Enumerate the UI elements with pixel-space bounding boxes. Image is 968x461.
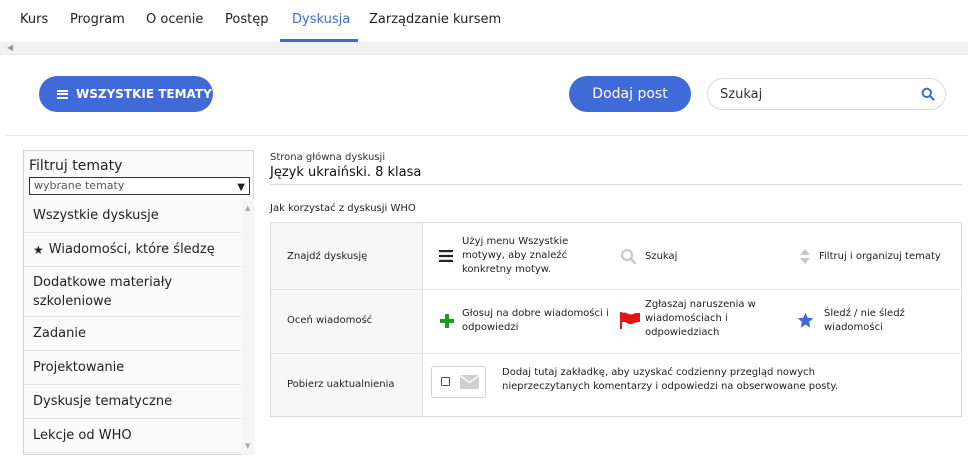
help-row-label: Oceń wiadomość [287,315,373,326]
topic-item-thematic[interactable]: Dyskusje tematyczne [24,385,241,419]
star-icon [797,312,814,328]
caret-down-icon: ▼ [237,182,245,193]
filter-title: Filtruj tematy [29,158,123,174]
page-title: Język ukraiński. 8 klasa [270,165,422,180]
tab-zarzadzanie-kursem[interactable]: Zarządzanie kursem [369,12,501,27]
digest-checkbox[interactable] [441,377,450,386]
add-post-button[interactable]: Dodaj post [569,76,691,112]
tab-kurs[interactable]: Kurs [20,12,48,27]
digest-hint-text: Dodaj tutaj zakładkę, aby uzyskać codzie… [502,367,839,392]
topic-item-label: Dodatkowe materiały szkoleniowe [33,274,173,309]
topic-item-assignment[interactable]: Zadanie [24,317,241,351]
report-hint-text: Zgłaszaj naruszenia w wiadomościach i od… [645,299,756,338]
horizontal-scrollbar[interactable]: ◀ [0,42,968,55]
topic-filter-value: wybrane tematy [34,179,125,192]
topic-filter-select[interactable]: wybrane tematy ▼ [29,177,250,195]
search-icon[interactable] [921,87,935,101]
help-row-updates: Pobierz uaktualnienia Dodaj tutaj zakład… [271,354,961,416]
topic-item-extra-materials[interactable]: Dodatkowe materiały szkoleniowe [24,267,241,317]
add-post-label: Dodaj post [592,86,668,102]
help-row-label: Pobierz uaktualnienia [287,379,395,390]
vote-hint-text: Głosuj na dobre wiadomości i odpowiedzi [462,308,609,333]
topic-item-who-lessons[interactable]: Lekcje od WHO [24,419,241,453]
tab-o-ocenie[interactable]: O ocenie [146,12,203,27]
help-heading: Jak korzystać z dyskusji WHO [270,203,416,214]
all-topics-label: WSZYSTKIE TEMATY [76,87,212,101]
topic-item-all-discussions[interactable]: Wszystkie dyskusje [24,199,241,233]
topic-item-followed[interactable]: ★ Wiadomości, które śledzę [24,233,241,267]
help-row-rate: Oceń wiadomość Głosuj na dobre wiadomośc… [271,290,961,353]
menu-icon [57,89,68,99]
scroll-down-arrow-icon[interactable]: ▼ [245,442,250,450]
topic-item-label: Wiadomości, które śledzę [48,242,215,257]
all-topics-button[interactable]: WSZYSTKIE TEMATY [39,76,213,112]
search-input-value[interactable]: Szukaj [720,87,762,102]
topic-list-scrollbar[interactable]: ▲ ▼ [242,199,254,455]
topic-filter-panel: Filtruj tematy wybrane tematy ▼ Wszystki… [23,150,254,455]
topic-item-label: Lekcje od WHO [33,428,132,443]
sort-icon [800,249,810,264]
topic-item-label: Wszystkie dyskusje [33,208,159,223]
topic-list: Wszystkie dyskusje ★ Wiadomości, które ś… [24,199,241,455]
mail-icon [460,375,479,389]
help-row-find: Znajdź dyskusję Użyj menu Wszystkie moty… [271,223,961,289]
star-icon: ★ [33,242,44,257]
search-hint-text: Szukaj [645,251,678,262]
menu-hint-text: Użyj menu Wszystkie motywy, aby znaleźć … [462,236,569,275]
topic-item-label: Dyskusje tematyczne [33,394,173,409]
help-row-label: Znajdź dyskusję [287,251,368,262]
topic-item-design[interactable]: Projektowanie [24,351,241,385]
tab-program[interactable]: Program [70,12,125,27]
course-tab-bar: Kurs Program O ocenie Postęp Dyskusja Za… [0,0,968,42]
scroll-left-arrow-icon[interactable]: ◀ [7,43,13,52]
plus-icon [440,314,454,328]
search-input[interactable]: Szukaj [707,78,946,110]
search-icon [620,248,637,265]
menu-icon [439,250,453,262]
flag-icon [620,312,640,329]
tab-dyskusja[interactable]: Dyskusja [292,12,350,27]
topic-item-label: Zadanie [33,326,86,341]
breadcrumb[interactable]: Strona główna dyskusji [270,152,385,163]
tab-postep[interactable]: Postęp [225,12,268,27]
filter-hint-text: Filtruj i organizuj tematy [819,251,941,262]
follow-hint-text: Śledź / nie śledź wiadomości [824,308,905,333]
help-table: Znajdź dyskusję Użyj menu Wszystkie moty… [270,222,962,417]
email-digest-toggle[interactable] [431,366,486,398]
topic-item-label: Projektowanie [33,360,125,375]
title-divider [270,184,962,185]
scroll-up-arrow-icon[interactable]: ▲ [245,204,250,212]
